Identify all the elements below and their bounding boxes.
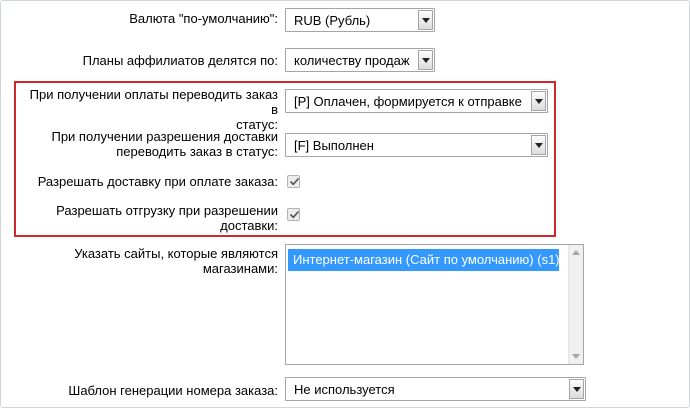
currency-select[interactable]: RUB (Рубль) [285,8,435,32]
affiliate-plans-select-value: количеству продаж [294,53,410,68]
payment-status-select-value: [P] Оплачен, формируется к отправке [294,94,522,109]
checkmark-icon [289,210,300,219]
currency-select-value: RUB (Рубль) [294,13,371,28]
chevron-down-icon [531,135,546,155]
shop-sites-label: Указать сайты, которые являются магазина… [20,246,278,276]
delivery-status-select-value: [F] Выполнен [294,138,374,153]
allow-delivery-label: Разрешать доставку при оплате заказа: [37,174,278,189]
allow-shipment-label: Разрешать отгрузку при разрешении достав… [20,203,278,233]
chevron-down-icon [418,10,433,30]
chevron-down-icon [569,379,584,399]
allow-delivery-checkbox[interactable] [287,175,300,188]
allow-shipment-label-line1: Разрешать отгрузку при разрешении [56,203,278,218]
shop-sites-label-line1: Указать сайты, которые являются [74,246,278,261]
payment-status-label: При получении оплаты переводить заказ в … [20,87,278,132]
allow-shipment-label-line2: доставки: [220,218,278,233]
payment-status-select[interactable]: [P] Оплачен, формируется к отправке [285,89,548,113]
affiliate-plans-select[interactable]: количеству продаж [285,48,435,72]
currency-label: Валюта "по-умолчанию": [129,11,278,26]
listbox-scrollbar[interactable] [568,245,583,364]
delivery-status-label-line1: При получении разрешения доставки [51,129,278,144]
shop-sites-listbox[interactable]: Интернет-магазин (Сайт по умолчанию) (s1… [285,244,584,365]
order-number-template-label: Шаблон генерации номера заказа: [68,383,278,398]
shop-sites-label-line2: магазинами: [202,261,278,276]
scroll-up-icon[interactable] [572,250,580,255]
chevron-down-icon [418,50,433,70]
checkmark-icon [289,177,300,186]
order-number-template-select[interactable]: Не используется [285,377,586,401]
allow-shipment-checkbox[interactable] [287,208,300,221]
list-item[interactable]: Интернет-магазин (Сайт по умолчанию) (s1… [288,249,560,271]
scroll-down-icon[interactable] [572,354,580,359]
delivery-status-label: При получении разрешения доставки перево… [20,129,278,159]
order-number-template-select-value: Не используется [294,382,395,397]
payment-status-label-line1: При получении оплаты переводить заказ в [29,87,278,117]
delivery-status-select[interactable]: [F] Выполнен [285,133,548,157]
delivery-status-label-line2: переводить заказ в статус: [116,144,278,159]
affiliate-plans-label: Планы аффилиатов делятся по: [82,53,278,68]
chevron-down-icon [531,91,546,111]
